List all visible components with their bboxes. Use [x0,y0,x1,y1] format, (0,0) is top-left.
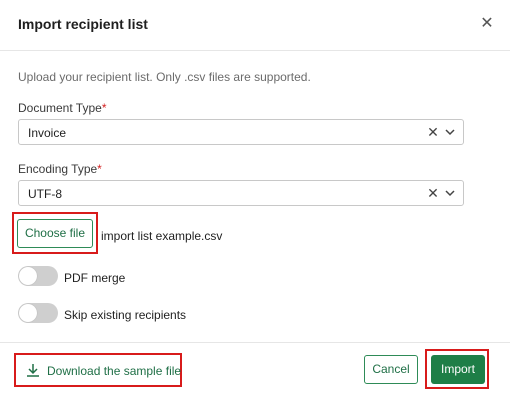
close-icon[interactable]: ✕ [478,15,496,33]
pdf-merge-label: PDF merge [64,271,126,285]
import-button[interactable]: Import [431,355,485,384]
encoding-type-select[interactable]: UTF-8 ✕ [18,180,464,206]
document-type-value: Invoice [28,126,67,140]
toggle-knob [19,267,37,285]
upload-hint: Upload your recipient list. Only .csv fi… [18,70,311,84]
cancel-button[interactable]: Cancel [364,355,418,384]
encoding-type-value: UTF-8 [28,187,62,201]
chevron-down-icon[interactable] [444,186,456,200]
document-type-select[interactable]: Invoice ✕ [18,119,464,145]
encoding-type-label: Encoding Type* [18,162,102,176]
clear-icon[interactable]: ✕ [426,185,440,201]
toggle-knob [19,304,37,322]
import-recipient-dialog: Import recipient list ✕ Upload your reci… [0,0,510,397]
download-sample-label: Download the sample file [47,364,182,378]
required-mark: * [101,101,107,115]
choose-file-button[interactable]: Choose file [17,219,93,248]
document-type-label: Document Type* [18,101,107,115]
selected-filename: import list example.csv [101,229,223,243]
pdf-merge-toggle[interactable] [18,266,58,286]
dialog-title: Import recipient list [18,16,148,32]
document-type-label-text: Document Type [18,101,102,115]
encoding-type-label-text: Encoding Type [18,162,98,176]
clear-icon[interactable]: ✕ [426,124,440,140]
download-icon [27,364,39,377]
required-mark: * [97,162,102,176]
dialog-header: Import recipient list ✕ [0,0,510,51]
skip-existing-label: Skip existing recipients [64,308,187,322]
chevron-down-icon[interactable] [444,125,456,139]
skip-existing-toggle[interactable] [18,303,58,323]
